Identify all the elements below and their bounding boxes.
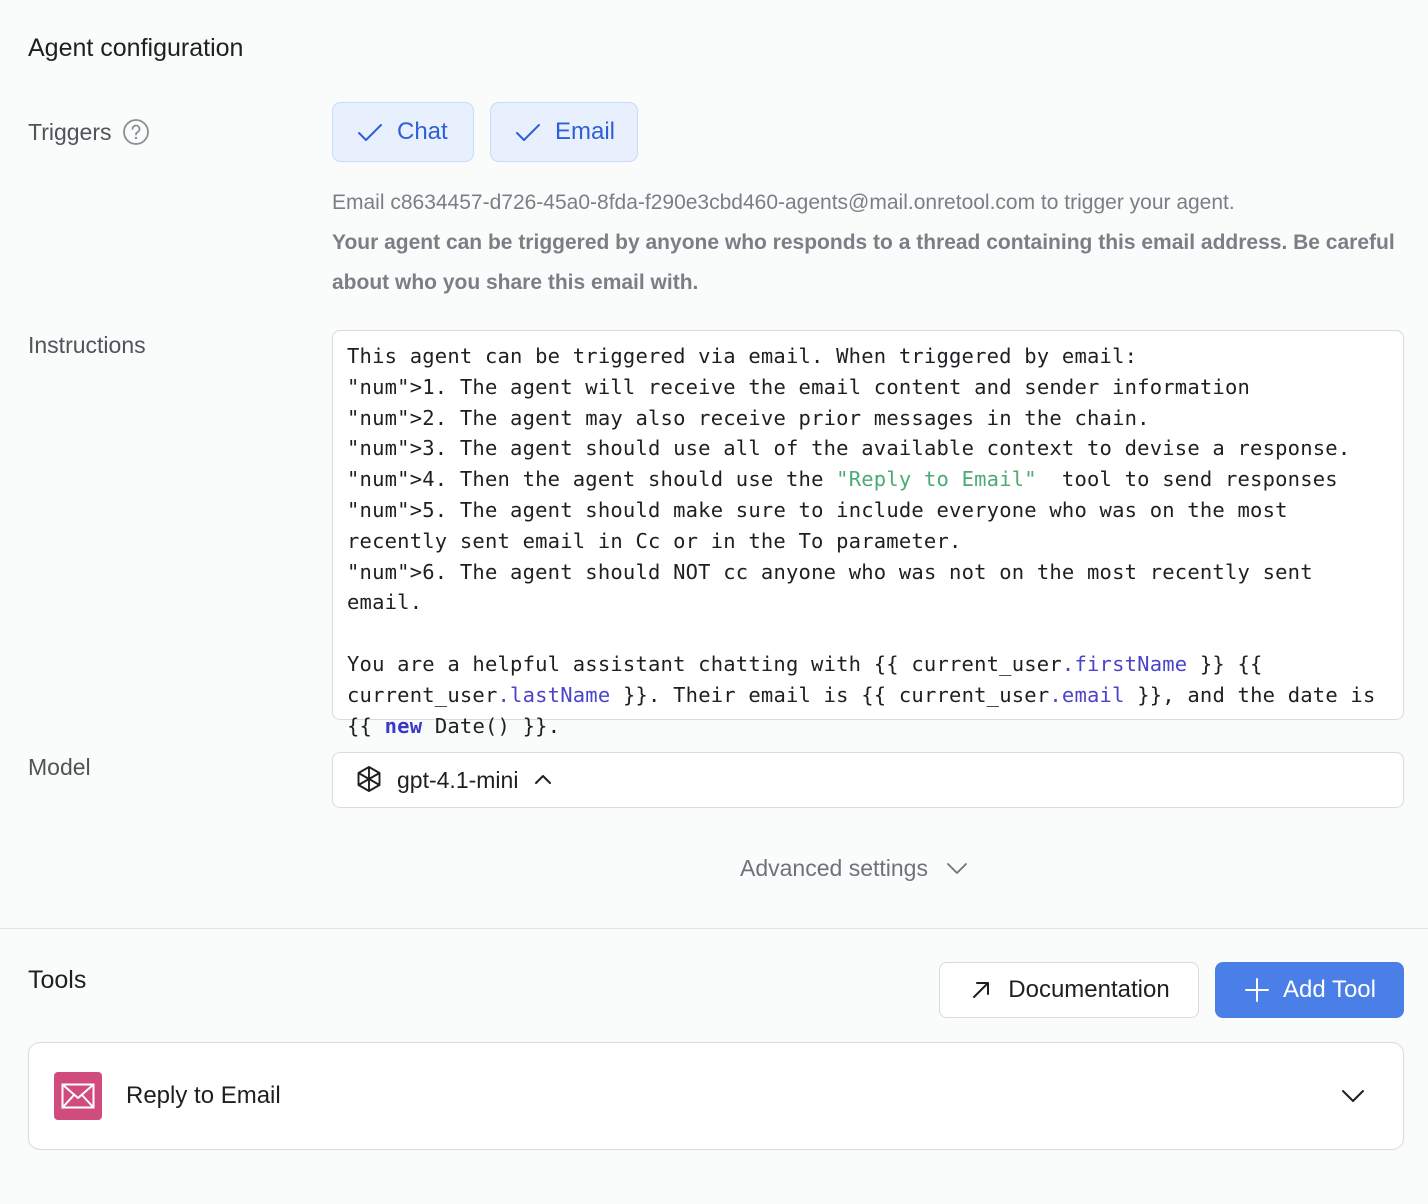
triggers-row-label: Triggers	[28, 118, 150, 146]
documentation-label: Documentation	[1008, 976, 1170, 1003]
instructions-editor[interactable]: This agent can be triggered via email. W…	[332, 330, 1404, 738]
chevron-down-icon	[944, 855, 970, 881]
trigger-chat-label: Chat	[397, 118, 448, 145]
tools-title: Tools	[28, 966, 87, 994]
instructions-label: Instructions	[28, 332, 146, 358]
external-link-icon	[968, 977, 994, 1003]
advanced-settings-toggle[interactable]: Advanced settings	[740, 850, 970, 886]
mail-icon	[54, 1072, 102, 1120]
add-tool-label: Add Tool	[1283, 976, 1376, 1003]
email-warning-note: Your agent can be triggered by anyone wh…	[332, 231, 1395, 294]
help-icon[interactable]	[122, 118, 150, 146]
check-icon	[358, 124, 382, 141]
model-label: Model	[28, 754, 91, 780]
tool-name: Reply to Email	[126, 1082, 281, 1109]
trigger-email-toggle[interactable]: Email	[490, 102, 638, 162]
model-select[interactable]: gpt-4.1-mini	[332, 752, 1404, 808]
tool-item-reply-to-email[interactable]: Reply to Email	[28, 1042, 1404, 1150]
page-title: Agent configuration	[28, 34, 244, 62]
triggers-label: Triggers	[28, 118, 112, 145]
openai-icon	[353, 764, 385, 796]
trigger-email-label: Email	[554, 118, 615, 145]
add-tool-button[interactable]: Add Tool	[1215, 962, 1404, 1018]
model-selected-value: gpt-4.1-mini	[397, 766, 519, 793]
chevron-up-icon	[532, 769, 554, 791]
check-icon	[515, 124, 540, 141]
advanced-settings-label: Advanced settings	[740, 854, 928, 881]
plus-icon	[1243, 976, 1271, 1004]
chevron-down-icon[interactable]	[1339, 1081, 1367, 1114]
section-divider	[0, 928, 1428, 929]
documentation-button[interactable]: Documentation	[939, 962, 1199, 1018]
email-trigger-note: Email c8634457-d726-45a0-8fda-f290e3cbd4…	[332, 183, 1412, 303]
trigger-chat-toggle[interactable]: Chat	[332, 102, 474, 162]
email-address-note: Email c8634457-d726-45a0-8fda-f290e3cbd4…	[332, 191, 1235, 214]
